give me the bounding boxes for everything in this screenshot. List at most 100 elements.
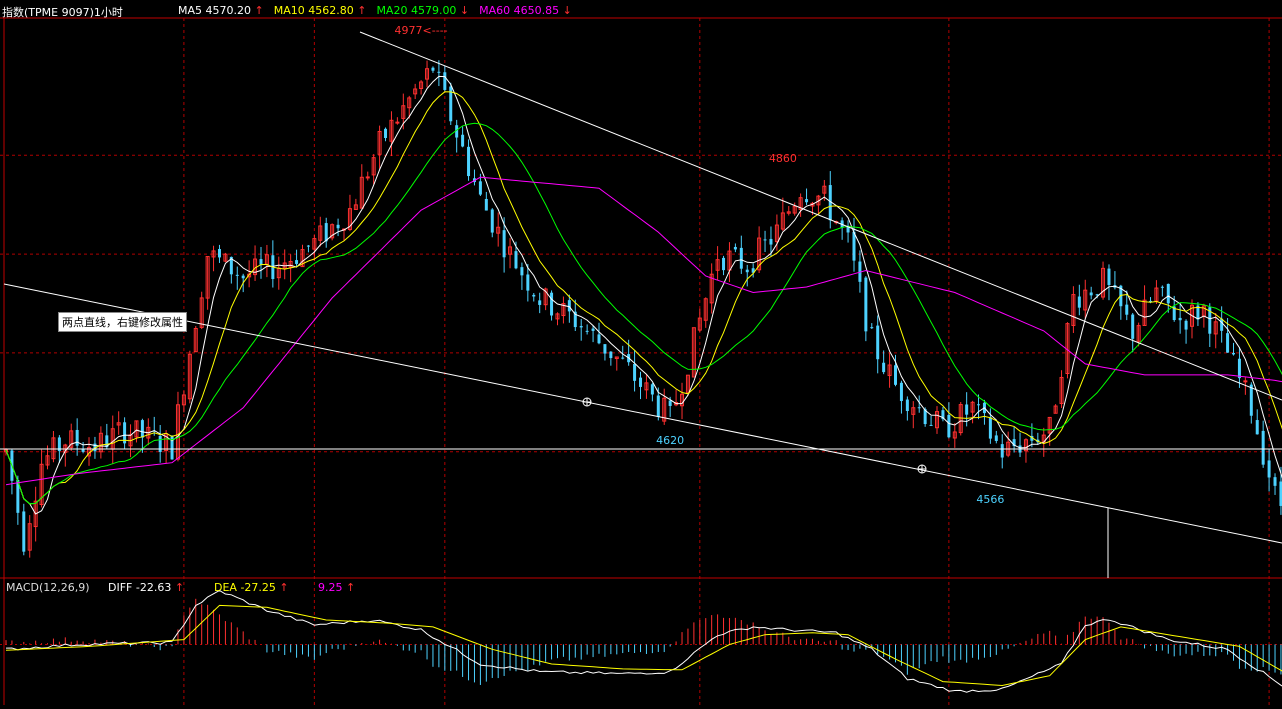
chart-stage[interactable]: 4977<----4860462045664511 指数(TPME 9097)1…	[0, 0, 1282, 705]
candle-body-down	[1131, 315, 1134, 339]
candle-body-down	[586, 331, 589, 332]
candle-body-down	[532, 295, 535, 297]
candle-body-down	[894, 365, 897, 385]
candle-body-down	[1226, 333, 1229, 352]
macd-title: MACD(12,26,9)	[6, 581, 90, 594]
candle-body-up	[1244, 381, 1247, 382]
candle-body-up	[366, 177, 369, 178]
candle-body-down	[384, 129, 387, 138]
candle-body-down	[947, 415, 950, 437]
ma5-line	[6, 76, 1282, 517]
candle-body-down	[1090, 293, 1093, 296]
candle-body-down	[259, 259, 262, 265]
candle-body-down	[461, 135, 464, 147]
moving-averages	[6, 76, 1282, 517]
price-marker: 4620	[656, 434, 684, 447]
candle-body-down	[740, 248, 743, 269]
candle-body-down	[1167, 284, 1170, 303]
candle-body-down	[769, 239, 772, 245]
candle-body-down	[1232, 353, 1235, 354]
candle-body-down	[159, 436, 162, 452]
candle-body-down	[307, 246, 310, 247]
candle-body-down	[633, 364, 636, 381]
candle-body-down	[906, 400, 909, 411]
candle-body-down	[722, 258, 725, 270]
chart-svg[interactable]: 4977<----4860462045664511	[0, 0, 1282, 705]
candle-body-down	[900, 383, 903, 401]
candle-body-down	[995, 435, 998, 441]
candle-body-down	[1179, 318, 1182, 320]
price-marker: 4977<----	[395, 24, 448, 37]
candle-body-down	[603, 344, 606, 353]
candle-body-up	[396, 122, 399, 123]
candle-body-down	[965, 404, 968, 414]
candle-body-down	[609, 352, 612, 358]
macd-diff-line	[6, 590, 1282, 692]
candle-body-down	[1125, 305, 1128, 315]
trendline-tooltip: 两点直线，右键修改属性	[58, 312, 187, 332]
candle-body-down	[876, 326, 879, 360]
candle-body-down	[1268, 460, 1271, 477]
candle-body-down	[141, 420, 144, 438]
macd-dea: DEA -27.25 ↑	[214, 581, 289, 594]
candle-body-down	[76, 430, 79, 446]
candle-body-down	[977, 404, 980, 405]
candle-body-down	[657, 396, 660, 417]
candle-body-down	[918, 407, 921, 408]
candle-body-down	[431, 68, 434, 71]
candle-body-down	[520, 267, 523, 275]
candle-body-down	[882, 363, 885, 372]
candle-body-down	[491, 209, 494, 232]
candle-body-down	[325, 223, 328, 241]
candle-body-down	[639, 378, 642, 387]
candle-body-down	[337, 225, 340, 228]
candle-body-down	[1220, 319, 1223, 331]
ma-legend-item: MA20 4579.00 ↓	[376, 4, 469, 17]
candle-body-down	[864, 278, 867, 332]
candle-body-down	[443, 72, 446, 90]
lower-trendline	[4, 284, 1282, 543]
candle-body-down	[598, 334, 601, 343]
candle-body-down	[550, 293, 553, 316]
candle-body-down	[1001, 444, 1004, 457]
candle-body-down	[651, 384, 654, 394]
ma-legend-item: MA10 4562.80 ↑	[274, 4, 367, 17]
candle-body-down	[1250, 385, 1253, 416]
candle-body-down	[734, 247, 737, 249]
price-marker: 4860	[769, 152, 797, 165]
candle-body-down	[538, 300, 541, 305]
candle-body-down	[669, 401, 672, 406]
candle-body-down	[485, 199, 488, 211]
candle-body-down	[1238, 359, 1241, 378]
candle-body-down	[479, 181, 482, 194]
price-marker: 4566	[976, 493, 1004, 506]
candle-body-down	[1161, 287, 1164, 288]
candlesticks	[5, 60, 1282, 557]
candle-body-down	[764, 239, 767, 240]
candle-body-down	[1078, 297, 1081, 308]
candle-body-down	[1256, 420, 1259, 434]
candle-body-down	[437, 72, 440, 73]
candle-body-down	[746, 270, 749, 273]
candle-body-down	[22, 511, 25, 551]
candle-body-down	[242, 276, 245, 279]
candle-body-down	[930, 425, 933, 426]
candle-body-down	[467, 147, 470, 176]
ma-legend-item: MA60 4650.85 ↓	[479, 4, 572, 17]
candle-body-down	[805, 199, 808, 202]
candle-body-down	[989, 417, 992, 438]
candle-body-down	[526, 275, 529, 291]
candle-body-down	[514, 251, 517, 268]
candle-body-down	[1185, 321, 1188, 330]
candle-body-down	[236, 275, 239, 276]
candle-body-down	[870, 327, 873, 328]
symbol-label: 指数(TPME 9097)1小时	[2, 4, 123, 20]
ma-legend-item: MA5 4570.20 ↑	[178, 4, 264, 17]
candle-body-down	[568, 300, 571, 311]
candle-body-down	[218, 249, 221, 257]
candle-body-down	[1274, 477, 1277, 486]
ma-legend: MA5 4570.20 ↑ MA10 4562.80 ↑ MA20 4579.00 …	[178, 4, 582, 17]
candle-body-down	[852, 232, 855, 261]
candle-body-down	[503, 230, 506, 257]
candle-body-down	[621, 358, 624, 359]
